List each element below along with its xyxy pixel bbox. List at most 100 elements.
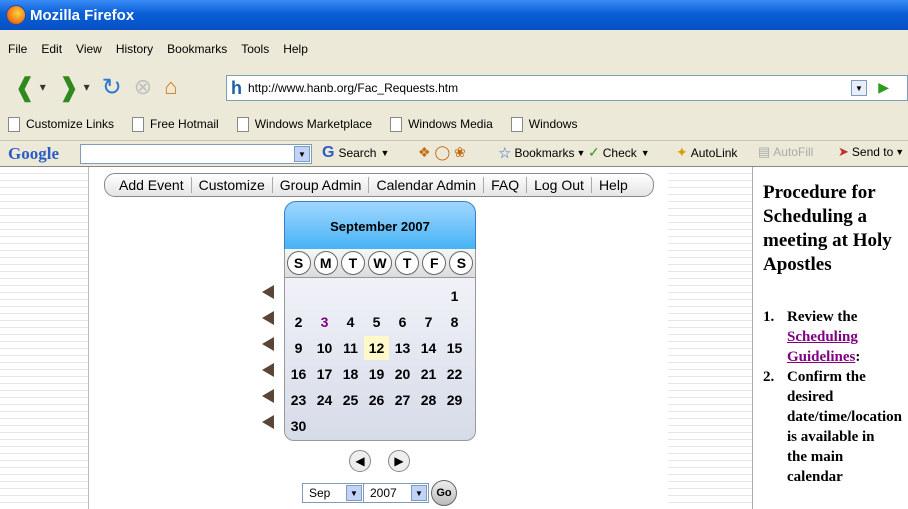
day-cell[interactable]: 18 — [338, 362, 363, 386]
scheduling-guidelines-link[interactable]: Scheduling — [787, 327, 908, 347]
day-cell[interactable]: 16 — [286, 362, 311, 386]
day-cell[interactable]: 11 — [338, 336, 363, 360]
url-dropdown-icon[interactable]: ▼ — [851, 80, 867, 96]
day-cell[interactable]: 21 — [416, 362, 441, 386]
day-cell[interactable] — [338, 284, 363, 308]
stop-icon[interactable]: ⊗ — [134, 74, 152, 100]
day-cell[interactable]: 29 — [442, 388, 467, 412]
spellcheck-icon: ✓ — [588, 144, 600, 160]
week-view-arrow-icon[interactable] — [262, 415, 278, 429]
day-cell[interactable]: 1 — [442, 284, 467, 308]
autofill-button[interactable]: ▤ AutoFill — [758, 144, 813, 160]
day-cell[interactable] — [442, 414, 467, 438]
google-bookmarks-button[interactable]: ☆ Bookmarks ▼ — [498, 144, 585, 162]
day-cell[interactable]: 5 — [364, 310, 389, 334]
day-cell[interactable] — [416, 284, 441, 308]
chevron-down-icon[interactable]: ▼ — [294, 146, 310, 162]
menu-bookmarks[interactable]: Bookmarks — [167, 42, 227, 56]
day-cell-today[interactable]: 12 — [364, 336, 389, 360]
menu-bar: File Edit View History Bookmarks Tools H… — [0, 38, 908, 60]
chevron-down-icon: ▼ — [346, 485, 362, 501]
log-out-link[interactable]: Log Out — [527, 177, 592, 193]
day-cell[interactable]: 26 — [364, 388, 389, 412]
week-view-arrow-icon[interactable] — [262, 363, 278, 377]
week-view-arrow-icon[interactable] — [262, 337, 278, 351]
group-admin-link[interactable]: Group Admin — [273, 177, 370, 193]
week-view-arrow-icon[interactable] — [262, 311, 278, 325]
day-cell[interactable]: 23 — [286, 388, 311, 412]
day-cell[interactable]: 24 — [312, 388, 337, 412]
day-cell[interactable] — [338, 414, 363, 438]
day-cell[interactable]: 2 — [286, 310, 311, 334]
year-select[interactable]: 2007 ▼ — [363, 483, 429, 503]
back-arrow-icon[interactable]: ❰ — [14, 72, 36, 103]
google-search-button[interactable]: G Search ▼ — [322, 144, 389, 162]
day-cell-visited[interactable]: 3 — [312, 310, 337, 334]
send-to-button[interactable]: ➤ Send to ▼ — [838, 144, 904, 160]
next-month-icon[interactable]: ▶ — [388, 450, 410, 472]
url-bar[interactable]: h http://www.hanb.org/Fac_Requests.htm ▼… — [226, 75, 908, 101]
day-cell[interactable] — [390, 284, 415, 308]
week-view-arrow-icon[interactable] — [262, 389, 278, 403]
day-cell[interactable]: 14 — [416, 336, 441, 360]
back-dropdown-icon[interactable]: ▾ — [40, 80, 46, 94]
menu-history[interactable]: History — [116, 42, 153, 56]
day-cell[interactable]: 9 — [286, 336, 311, 360]
day-cell[interactable] — [416, 414, 441, 438]
day-cell[interactable] — [286, 284, 311, 308]
day-cell[interactable]: 19 — [364, 362, 389, 386]
day-cell[interactable]: 13 — [390, 336, 415, 360]
faq-link[interactable]: FAQ — [484, 177, 528, 193]
day-cell[interactable]: 4 — [338, 310, 363, 334]
previous-month-icon[interactable]: ◀ — [349, 450, 371, 472]
day-cell[interactable]: 20 — [390, 362, 415, 386]
add-event-link[interactable]: Add Event — [105, 177, 192, 193]
day-cell[interactable] — [364, 284, 389, 308]
google-search-input[interactable]: ▼ — [80, 144, 312, 164]
forward-dropdown-icon[interactable]: ▾ — [84, 80, 90, 94]
day-cell[interactable]: 8 — [442, 310, 467, 334]
day-cell[interactable]: 30 — [286, 414, 311, 438]
help-link[interactable]: Help — [592, 177, 635, 193]
menu-tools[interactable]: Tools — [241, 42, 269, 56]
day-cell[interactable]: 6 — [390, 310, 415, 334]
menu-edit[interactable]: Edit — [41, 42, 62, 56]
customize-link[interactable]: Customize — [192, 177, 273, 193]
day-cell[interactable]: 28 — [416, 388, 441, 412]
day-cell[interactable]: 17 — [312, 362, 337, 386]
spellcheck-button[interactable]: ✓ Check ▼ — [588, 144, 650, 161]
menu-file[interactable]: File — [8, 42, 27, 56]
home-icon[interactable]: ⌂ — [164, 74, 177, 100]
bookmark-windows-media[interactable]: Windows Media — [382, 116, 493, 132]
menu-view[interactable]: View — [76, 42, 102, 56]
day-cell[interactable]: 22 — [442, 362, 467, 386]
day-cell[interactable]: 25 — [338, 388, 363, 412]
bookmark-customize-links[interactable]: Customize Links — [0, 116, 114, 132]
link-text[interactable]: Guidelines — [787, 349, 855, 365]
go-button[interactable]: Go — [431, 480, 457, 506]
calendar-admin-link[interactable]: Calendar Admin — [369, 177, 485, 193]
scheduling-guidelines-link[interactable]: Guidelines: — [787, 347, 908, 367]
autolink-button[interactable]: ✦ AutoLink — [676, 144, 737, 161]
day-cell[interactable]: 15 — [442, 336, 467, 360]
week-view-arrow-icon[interactable] — [262, 285, 278, 299]
bookmark-windows-marketplace[interactable]: Windows Marketplace — [229, 116, 372, 132]
day-cell[interactable]: 7 — [416, 310, 441, 334]
month-select[interactable]: Sep ▼ — [302, 483, 364, 503]
toolbar-extra-icons[interactable]: ❖ ◯ ❀ — [418, 144, 466, 161]
calendar-top-nav: Add Event Customize Group Admin Calendar… — [104, 173, 654, 197]
bookmark-windows[interactable]: Windows — [503, 116, 577, 132]
bookmark-free-hotmail[interactable]: Free Hotmail — [124, 116, 219, 132]
list-item-text: the main — [787, 449, 844, 465]
go-arrow-icon[interactable]: ▶ — [878, 79, 889, 96]
menu-help[interactable]: Help — [283, 42, 308, 56]
day-cell[interactable] — [364, 414, 389, 438]
day-cell[interactable] — [312, 284, 337, 308]
day-cell[interactable] — [390, 414, 415, 438]
forward-arrow-icon[interactable]: ❱ — [58, 72, 80, 103]
day-cell[interactable]: 27 — [390, 388, 415, 412]
reload-icon[interactable]: ↻ — [102, 73, 122, 102]
link-text[interactable]: Scheduling — [787, 329, 858, 345]
day-cell[interactable]: 10 — [312, 336, 337, 360]
day-cell[interactable] — [312, 414, 337, 438]
